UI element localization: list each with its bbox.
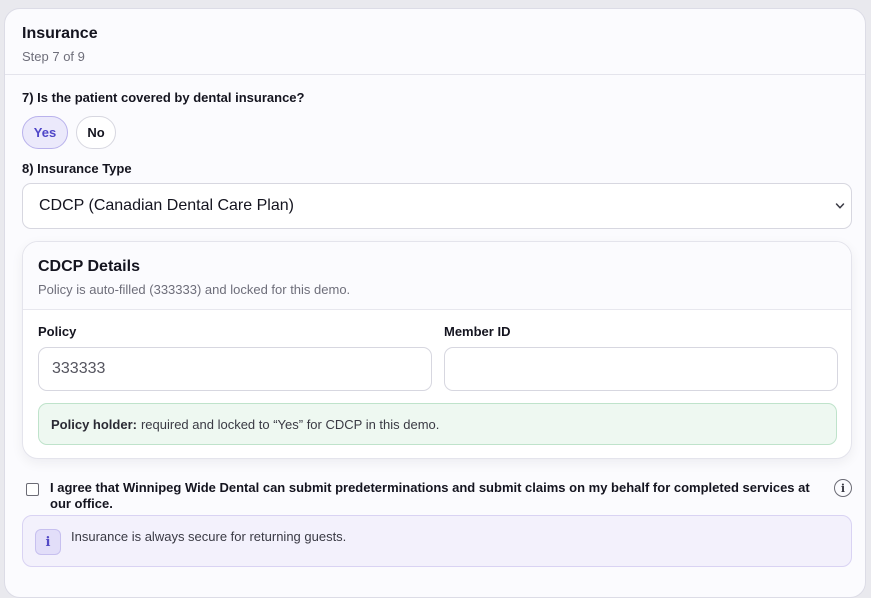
- policy-holder-label: Policy holder:: [51, 416, 137, 432]
- chevron-down-icon: [835, 203, 845, 209]
- policy-holder-note: Policy holder: required and locked to “Y…: [38, 403, 837, 445]
- yes-button[interactable]: Yes: [22, 116, 68, 149]
- insurance-card: Insurance Step 7 of 9 7) Is the patient …: [4, 8, 866, 598]
- details-subtitle: Policy is auto-filled (333333) and locke…: [38, 282, 351, 297]
- info-icon[interactable]: i: [834, 479, 852, 497]
- secure-notice: i Insurance is always secure for returni…: [22, 515, 852, 567]
- step-indicator: Step 7 of 9: [22, 49, 85, 64]
- policy-input[interactable]: 333333: [38, 347, 432, 391]
- cdcp-details-panel: CDCP Details Policy is auto-filled (3333…: [22, 241, 852, 459]
- page-title: Insurance: [22, 25, 98, 42]
- insurance-type-select[interactable]: CDCP (Canadian Dental Care Plan): [22, 183, 852, 229]
- agreement-text: I agree that Winnipeg Wide Dental can su…: [50, 480, 810, 511]
- no-button[interactable]: No: [76, 116, 116, 149]
- member-id-input[interactable]: [444, 347, 838, 391]
- secure-notice-text: Insurance is always secure for returning…: [71, 529, 347, 544]
- policy-label: Policy: [38, 324, 77, 339]
- agreement-checkbox[interactable]: [26, 483, 39, 496]
- card-header: Insurance Step 7 of 9: [5, 9, 865, 75]
- details-header: CDCP Details Policy is auto-filled (3333…: [23, 242, 851, 310]
- member-id-label: Member ID: [444, 324, 511, 339]
- policy-holder-text: required and locked to “Yes” for CDCP in…: [140, 416, 440, 432]
- info-badge-icon: i: [35, 529, 61, 555]
- question-8-label: 8) Insurance Type: [22, 161, 132, 176]
- coverage-options: Yes No: [22, 116, 116, 149]
- insurance-type-value: CDCP (Canadian Dental Care Plan): [39, 197, 294, 214]
- details-title: CDCP Details: [38, 258, 140, 275]
- policy-value: 333333: [52, 360, 106, 377]
- question-7-label: 7) Is the patient covered by dental insu…: [22, 90, 305, 105]
